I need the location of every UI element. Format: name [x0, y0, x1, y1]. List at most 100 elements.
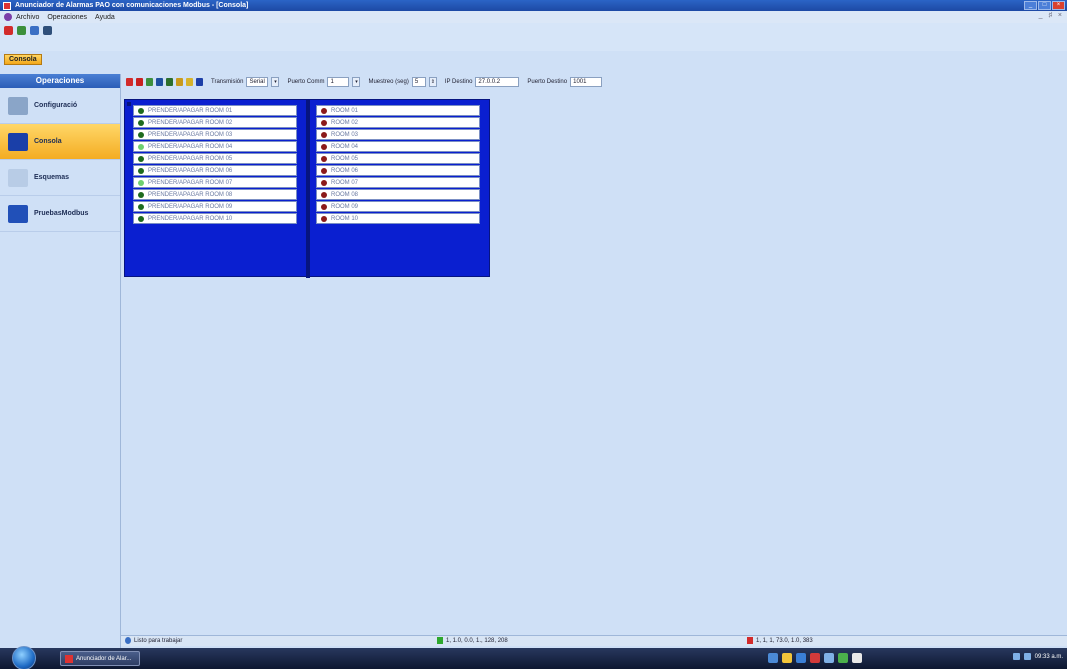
maximize-button[interactable]: □ — [1038, 1, 1051, 10]
muestreo-label: Muestreo (seg) — [368, 79, 409, 85]
room-indicator-8[interactable]: ROOM 08 — [316, 189, 480, 200]
start-button[interactable] — [12, 646, 36, 669]
power-switch-room-7[interactable]: PRENDER/APAGAR ROOM 07 — [133, 177, 297, 188]
quick-launch-app-icon[interactable] — [838, 653, 848, 663]
network-icon[interactable] — [1012, 653, 1020, 660]
modbus-icon — [8, 204, 28, 223]
minimize-button[interactable]: _ — [1024, 1, 1037, 10]
column-separator — [306, 100, 310, 278]
rx-indicator-icon — [747, 637, 753, 644]
ready-icon — [125, 637, 131, 644]
sidebar-item-esquemas[interactable]: Esquemas — [0, 160, 120, 196]
sidebar-header: Operaciones — [0, 74, 120, 88]
status-tx-text: 1, 1.0, 0.0, 1., 128, 208 — [446, 637, 508, 644]
status-led-icon — [321, 179, 327, 186]
mdi-child-icon[interactable] — [4, 13, 12, 21]
quick-launch-app-icon[interactable] — [796, 653, 806, 663]
tx-indicator-icon — [437, 637, 443, 644]
puerto-comm-select[interactable]: 1 — [327, 77, 350, 87]
sidebar-item-configuració[interactable]: Configuració — [0, 88, 120, 124]
power-switch-room-8[interactable]: PRENDER/APAGAR ROOM 08 — [133, 189, 297, 200]
room-indicator-3[interactable]: ROOM 03 — [316, 129, 480, 140]
control-panel: PRENDER/APAGAR ROOM 01 PRENDER/APAGAR ROO… — [124, 99, 490, 278]
room-indicator-10[interactable]: ROOM 10 — [316, 213, 480, 224]
puerto-destino-label: Puerto Destino — [527, 79, 568, 85]
chart-icon[interactable] — [146, 78, 153, 86]
status-led-icon — [138, 155, 144, 162]
quick-launch-app-icon[interactable] — [824, 653, 834, 663]
muestreo-spinner-icon[interactable]: ⇕ — [428, 77, 437, 87]
power-switch-room-4[interactable]: PRENDER/APAGAR ROOM 04 — [133, 141, 297, 152]
quick-launch-app-icon[interactable] — [852, 653, 862, 663]
transmision-dropdown-icon[interactable]: ▾ — [271, 77, 280, 87]
info-icon[interactable] — [196, 78, 203, 86]
sidebar-item-consola[interactable]: Consola — [0, 124, 120, 160]
room-indicator-4[interactable]: ROOM 04 — [316, 141, 480, 152]
sidebar-item-pruebasmodbus[interactable]: PruebasModbus — [0, 196, 120, 232]
menu-operaciones[interactable]: Operaciones — [47, 14, 87, 21]
room-indicator-label: ROOM 04 — [331, 143, 359, 150]
menu-ayuda[interactable]: Ayuda — [95, 14, 115, 21]
ip-destino-input[interactable]: 27.0.0.2 — [475, 77, 520, 87]
new-icon[interactable] — [17, 26, 26, 35]
power-switch-room-1[interactable]: PRENDER/APAGAR ROOM 01 — [133, 105, 297, 116]
panel-corner-handle — [127, 102, 131, 106]
power-switch-room-6[interactable]: PRENDER/APAGAR ROOM 06 — [133, 165, 297, 176]
room-indicator-5[interactable]: ROOM 05 — [316, 153, 480, 164]
room-indicator-label: ROOM 02 — [331, 119, 359, 126]
puerto-destino-input[interactable]: 1001 — [570, 77, 603, 87]
power-switch-room-10[interactable]: PRENDER/APAGAR ROOM 10 — [133, 213, 297, 224]
power-switch-room-label: PRENDER/APAGAR ROOM 08 — [148, 191, 233, 198]
status-led-icon — [321, 119, 327, 126]
room-indicator-label: ROOM 07 — [331, 179, 359, 186]
sort-icon[interactable] — [166, 78, 173, 86]
status-led-icon — [321, 215, 327, 222]
volume-icon[interactable] — [1023, 653, 1031, 660]
monitor-icon[interactable] — [30, 26, 39, 35]
power-switch-room-3[interactable]: PRENDER/APAGAR ROOM 03 — [133, 129, 297, 140]
power-switch-room-label: PRENDER/APAGAR ROOM 06 — [148, 167, 233, 174]
room-indicator-9[interactable]: ROOM 09 — [316, 201, 480, 212]
window-controls: _ □ × — [1024, 1, 1065, 10]
puerto-comm-dropdown-icon[interactable]: ▾ — [352, 77, 361, 87]
room-indicator-7[interactable]: ROOM 07 — [316, 177, 480, 188]
status-led-icon — [321, 155, 327, 162]
tab-consola[interactable]: Consola — [4, 54, 42, 65]
power-switch-room-9[interactable]: PRENDER/APAGAR ROOM 09 — [133, 201, 297, 212]
close-button[interactable]: × — [1052, 1, 1065, 10]
quick-launch-app-icon[interactable] — [782, 653, 792, 663]
room-indicator-6[interactable]: ROOM 06 — [316, 165, 480, 176]
globe-icon[interactable] — [43, 26, 52, 35]
power-switch-room-label: PRENDER/APAGAR ROOM 10 — [148, 215, 233, 222]
clock[interactable]: 09:33 a.m. — [1035, 654, 1063, 660]
app-task-icon — [65, 654, 73, 663]
tab-strip — [0, 38, 1067, 51]
quick-launch-app-icon[interactable] — [810, 653, 820, 663]
sidebar-item-label: PruebasModbus — [34, 210, 89, 217]
power-switch-room-2[interactable]: PRENDER/APAGAR ROOM 02 — [133, 117, 297, 128]
status-led-icon — [321, 191, 327, 198]
transmision-select[interactable]: Serial — [246, 77, 269, 87]
room-indicator-2[interactable]: ROOM 02 — [316, 117, 480, 128]
power-switch-room-5[interactable]: PRENDER/APAGAR ROOM 05 — [133, 153, 297, 164]
status-led-icon — [138, 119, 144, 126]
menu-archivo[interactable]: Archivo — [16, 14, 39, 21]
pin-icon[interactable] — [4, 26, 13, 35]
quick-launch-app-icon[interactable] — [768, 653, 778, 663]
room-indicator-label: ROOM 03 — [331, 131, 359, 138]
alarm-on-icon[interactable] — [126, 78, 133, 86]
power-switch-room-label: PRENDER/APAGAR ROOM 09 — [148, 203, 233, 210]
status-led-icon — [138, 107, 144, 114]
notification-area: 09:33 a.m. — [1012, 653, 1063, 660]
taskbar-app-button[interactable]: Anunciador de Alar... — [60, 651, 140, 666]
status-led-icon — [138, 167, 144, 174]
save-icon[interactable] — [156, 78, 163, 86]
alarm-off-icon[interactable] — [136, 78, 143, 86]
lock-icon[interactable] — [186, 78, 193, 86]
status-led-icon — [321, 143, 327, 150]
bell-icon[interactable] — [176, 78, 183, 86]
room-indicator-label: ROOM 09 — [331, 203, 359, 210]
mdi-window-controls[interactable]: _ ♯ × — [1039, 12, 1064, 19]
muestreo-input[interactable]: 5 — [411, 77, 426, 87]
room-indicator-1[interactable]: ROOM 01 — [316, 105, 480, 116]
